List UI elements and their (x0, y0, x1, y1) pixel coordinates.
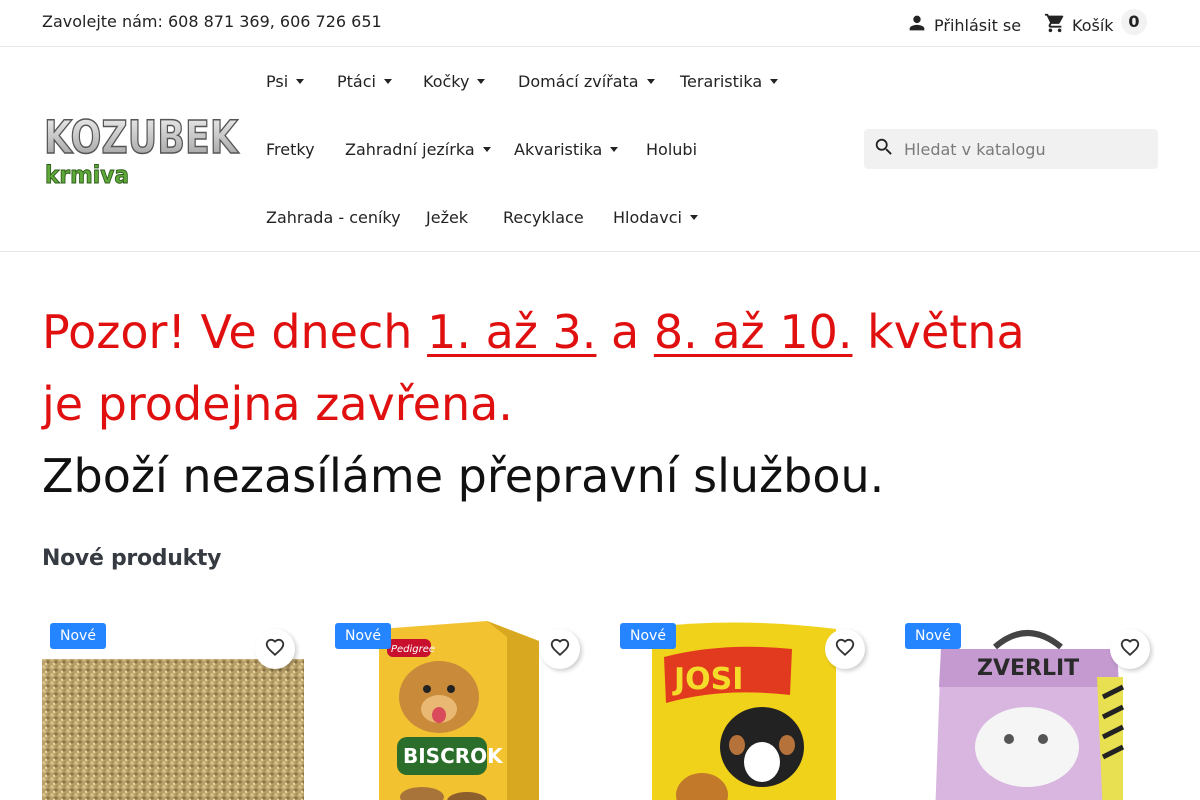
product-card[interactable]: Nové (42, 617, 304, 800)
nav-label: Ježek (426, 208, 469, 227)
product-brand-text: JOSI (672, 662, 743, 697)
new-badge: Nové (335, 623, 391, 649)
favorite-button[interactable] (255, 629, 295, 669)
heart-icon (1119, 636, 1141, 662)
search-icon[interactable] (864, 136, 895, 162)
nav-item-kocky[interactable]: Kočky (423, 72, 486, 91)
nav-item-hlodavci[interactable]: Hlodavci (613, 208, 698, 227)
notice-line-2: je prodejna zavřena. (42, 377, 513, 431)
search-box (864, 129, 1158, 169)
nav-item-recyklace[interactable]: Recyklace (503, 208, 584, 227)
heart-icon (549, 636, 571, 662)
notice-date-1: 1. až 3. (427, 305, 597, 359)
top-bar: Zavolejte nám: 608 871 369, 606 726 651 … (0, 0, 1200, 47)
svg-text:krmiva: krmiva (45, 161, 129, 187)
cart-link[interactable]: Košík (1044, 12, 1114, 38)
cart-label: Košík (1072, 15, 1114, 35)
product-name-text: BISCROK (403, 744, 504, 768)
site-header: KOZUBEK krmiva Psi Ptáci Kočky Domácí zv… (0, 47, 1200, 252)
caret-down-icon (482, 147, 491, 152)
caret-down-icon (770, 79, 779, 84)
nav-item-jezek[interactable]: Ježek (426, 208, 468, 227)
contact-phone-text: Zavolejte nám: 608 871 369, 606 726 651 (42, 12, 382, 31)
nav-label: Kočky (423, 72, 470, 91)
section-title-new-products: Nové produkty (42, 546, 222, 571)
nav-item-psi[interactable]: Psi (266, 72, 305, 91)
nav-label: Fretky (266, 140, 315, 159)
svg-text:KOZUBEK: KOZUBEK (44, 111, 240, 164)
caret-down-icon (296, 79, 305, 84)
product-brand-text: ZVERLIT (977, 656, 1079, 681)
favorite-button[interactable] (1110, 629, 1150, 669)
nav-label: Hlodavci (613, 208, 682, 227)
favorite-button[interactable] (825, 629, 865, 669)
notice-text: a (596, 305, 654, 359)
nav-item-zahradni-jezirka[interactable]: Zahradní jezírka (345, 140, 491, 159)
caret-down-icon (610, 147, 619, 152)
notice-line-3: Zboží nezasíláme přepravní službou. (42, 449, 885, 503)
new-badge: Nové (905, 623, 961, 649)
caret-down-icon (477, 79, 486, 84)
cart-count-badge: 0 (1121, 9, 1147, 35)
nav-label: Zahradní jezírka (345, 140, 475, 159)
nav-label: Teraristika (680, 72, 763, 91)
nav-label: Psi (266, 72, 289, 91)
nav-item-zahrada-ceniky[interactable]: Zahrada - ceníky (266, 208, 401, 227)
notice-line-1: Pozor! Ve dnech 1. až 3. a 8. až 10. kvě… (42, 296, 1142, 368)
new-badge: Nové (620, 623, 676, 649)
nav-item-domaci-zvirata[interactable]: Domácí zvířata (518, 72, 655, 91)
notice-text: Pozor! Ve dnech (42, 305, 428, 359)
site-logo[interactable]: KOZUBEK krmiva (42, 109, 242, 189)
nav-item-fretky[interactable]: Fretky (266, 140, 315, 159)
nav-label: Recyklace (503, 208, 584, 227)
product-card[interactable]: Nové ZVERLIT (897, 617, 1159, 800)
heart-icon (834, 636, 856, 662)
search-input[interactable] (904, 139, 1144, 159)
nav-item-teraristika[interactable]: Teraristika (680, 72, 779, 91)
nav-item-ptaci[interactable]: Ptáci (337, 72, 392, 91)
product-card[interactable]: Nové Pedigree BISCROK (327, 617, 589, 800)
notice-date-2: 8. až 10. (653, 305, 853, 359)
nav-label: Domácí zvířata (518, 72, 639, 91)
closure-notice: Pozor! Ve dnech 1. až 3. a 8. až 10. kvě… (42, 296, 1142, 512)
cart-icon (1044, 12, 1072, 38)
login-label: Přihlásit se (934, 15, 1022, 35)
nav-item-akvaristika[interactable]: Akvaristika (514, 140, 619, 159)
product-brand-text: Pedigree (391, 644, 435, 655)
product-card[interactable]: Nové JOSI (612, 617, 874, 800)
caret-down-icon (383, 79, 392, 84)
nav-item-holubi[interactable]: Holubi (646, 140, 697, 159)
heart-icon (264, 636, 286, 662)
login-link[interactable]: Přihlásit se (906, 12, 1021, 38)
caret-down-icon (689, 215, 698, 220)
nav-label: Akvaristika (514, 140, 603, 159)
nav-label: Zahrada - ceníky (266, 208, 401, 227)
nav-label: Holubi (646, 140, 698, 159)
nav-label: Ptáci (337, 72, 376, 91)
caret-down-icon (646, 79, 655, 84)
user-icon (906, 12, 934, 38)
new-badge: Nové (50, 623, 106, 649)
notice-text: května (852, 305, 1025, 359)
favorite-button[interactable] (540, 629, 580, 669)
